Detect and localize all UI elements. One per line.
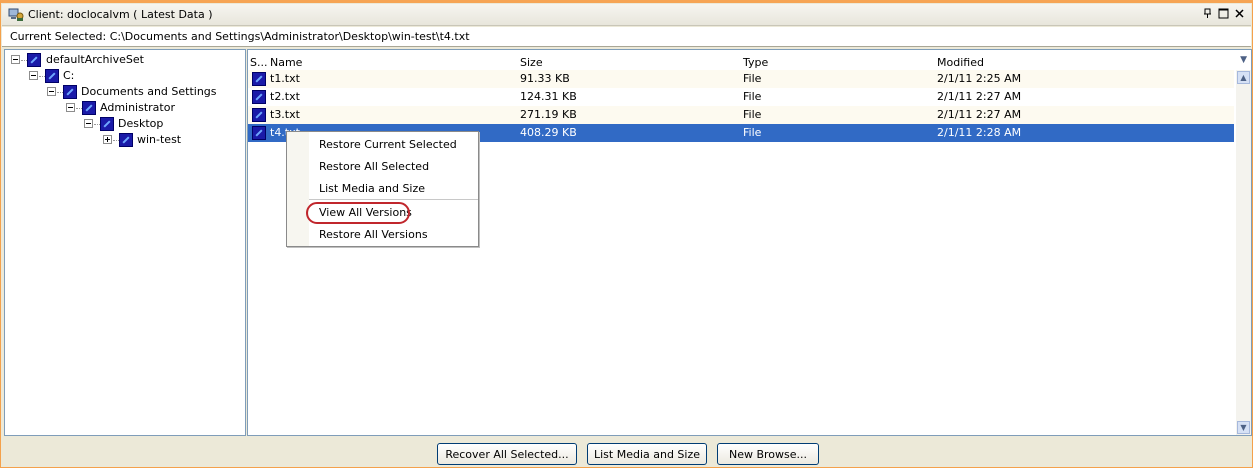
window-controls	[1202, 8, 1245, 19]
cell-size: 124.31 KB	[520, 90, 577, 103]
cell-modified: 2/1/11 2:27 AM	[937, 90, 1022, 103]
folder-tree[interactable]: defaultArchiveSet C: Documents and Setti…	[4, 49, 246, 436]
tree-item-administrator[interactable]: Administrator	[64, 100, 239, 116]
collapse-icon[interactable]	[47, 87, 56, 96]
menu-item-restore-all-selected[interactable]: Restore All Selected	[319, 160, 429, 173]
recover-all-selected-button[interactable]: Recover All Selected...	[437, 443, 577, 465]
vertical-scrollbar[interactable]: ▲ ▼	[1236, 70, 1251, 435]
tree-item-defaultarchiveset[interactable]: defaultArchiveSet	[9, 52, 239, 68]
table-row[interactable]: t3.txt 271.19 KB File 2/1/11 2:27 AM	[248, 106, 1234, 124]
tree-item-label: Administrator	[100, 101, 175, 114]
cell-type: File	[743, 72, 762, 85]
current-selected-path-bar: Current Selected: C:\Documents and Setti…	[2, 27, 1251, 47]
app-window: Client: doclocalvm ( Latest Data ) Curre…	[0, 0, 1253, 468]
tree-item-label: Documents and Settings	[81, 85, 217, 98]
list-header: S... Name Size Type Modified	[248, 55, 1236, 70]
column-header-select[interactable]: S...	[250, 56, 267, 69]
cell-type: File	[743, 90, 762, 103]
column-header-size[interactable]: Size	[520, 56, 543, 69]
new-browse-button[interactable]: New Browse...	[717, 443, 819, 465]
folder-icon	[82, 101, 96, 115]
tree-item-label: C:	[63, 69, 75, 82]
collapse-icon[interactable]	[66, 103, 75, 112]
cell-modified: 2/1/11 2:28 AM	[937, 126, 1022, 139]
table-row[interactable]: t2.txt 124.31 KB File 2/1/11 2:27 AM	[248, 88, 1234, 106]
maximize-icon[interactable]	[1218, 8, 1229, 19]
column-header-name[interactable]: Name	[270, 56, 302, 69]
tree-item-label: defaultArchiveSet	[46, 53, 144, 66]
menu-item-list-media-and-size[interactable]: List Media and Size	[319, 182, 425, 195]
folder-icon	[63, 85, 77, 99]
menu-item-restore-current-selected[interactable]: Restore Current Selected	[319, 138, 457, 151]
menu-separator	[309, 199, 478, 200]
file-icon	[252, 72, 266, 86]
cell-name: t3.txt	[270, 108, 300, 121]
drive-icon	[45, 69, 59, 83]
tree-item-label: Desktop	[118, 117, 164, 130]
cell-name: t1.txt	[270, 72, 300, 85]
file-icon	[252, 108, 266, 122]
menu-icon-strip	[287, 132, 309, 246]
action-bar: Recover All Selected... List Media and S…	[2, 437, 1251, 468]
menu-item-restore-all-versions[interactable]: Restore All Versions	[319, 228, 428, 241]
collapse-icon[interactable]	[11, 55, 20, 64]
pin-icon[interactable]	[1202, 8, 1213, 19]
folder-icon	[119, 133, 133, 147]
cell-name: t2.txt	[270, 90, 300, 103]
cell-size: 271.19 KB	[520, 108, 577, 121]
annotation-highlight-ring	[306, 202, 410, 224]
cell-modified: 2/1/11 2:25 AM	[937, 72, 1022, 85]
tree-item-win-test[interactable]: win-test	[101, 132, 239, 148]
cell-type: File	[743, 108, 762, 121]
cell-modified: 2/1/11 2:27 AM	[937, 108, 1022, 121]
title-bar: Client: doclocalvm ( Latest Data )	[2, 4, 1251, 26]
table-row[interactable]: t1.txt 91.33 KB File 2/1/11 2:25 AM	[248, 70, 1234, 88]
current-selected-path: Current Selected: C:\Documents and Setti…	[10, 30, 470, 43]
list-media-and-size-button[interactable]: List Media and Size	[587, 443, 707, 465]
folder-icon	[100, 117, 114, 131]
cell-size: 408.29 KB	[520, 126, 577, 139]
tree-item-label: win-test	[137, 133, 182, 146]
collapse-icon[interactable]	[84, 119, 93, 128]
scroll-up-icon[interactable]: ▲	[1237, 71, 1250, 84]
column-header-modified[interactable]: Modified	[937, 56, 984, 69]
scroll-down-icon[interactable]: ▼	[1237, 421, 1250, 434]
window-title: Client: doclocalvm ( Latest Data )	[28, 8, 213, 21]
archive-set-icon	[27, 53, 41, 67]
column-header-type[interactable]: Type	[743, 56, 768, 69]
tree-item-desktop[interactable]: Desktop	[82, 116, 239, 132]
cell-size: 91.33 KB	[520, 72, 570, 85]
tree-item-c-drive[interactable]: C:	[27, 68, 239, 84]
close-icon[interactable]	[1234, 8, 1245, 19]
file-icon	[252, 126, 266, 140]
column-chooser-icon[interactable]: ▼	[1240, 55, 1247, 65]
context-menu: Restore Current Selected Restore All Sel…	[286, 131, 479, 247]
tree-item-documents-and-settings[interactable]: Documents and Settings	[45, 84, 239, 100]
collapse-icon[interactable]	[29, 71, 38, 80]
cell-type: File	[743, 126, 762, 139]
expand-icon[interactable]	[103, 135, 112, 144]
file-icon	[252, 90, 266, 104]
client-computer-icon	[8, 8, 24, 21]
